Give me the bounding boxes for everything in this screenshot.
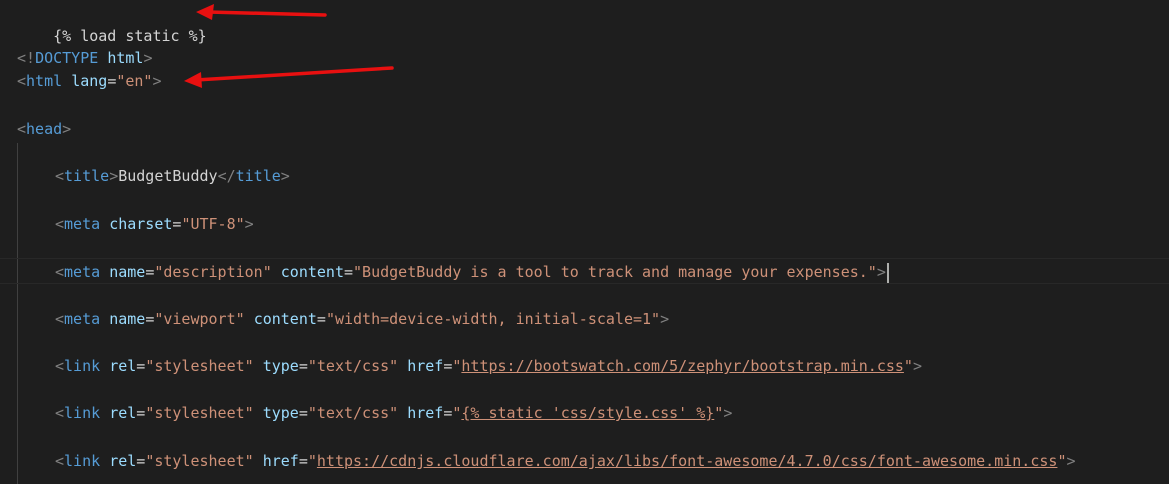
annotation-arrow-html-lang <box>184 66 394 88</box>
code-editor[interactable]: {% load static %} <!DOCTYPE html> <html … <box>0 0 1169 484</box>
